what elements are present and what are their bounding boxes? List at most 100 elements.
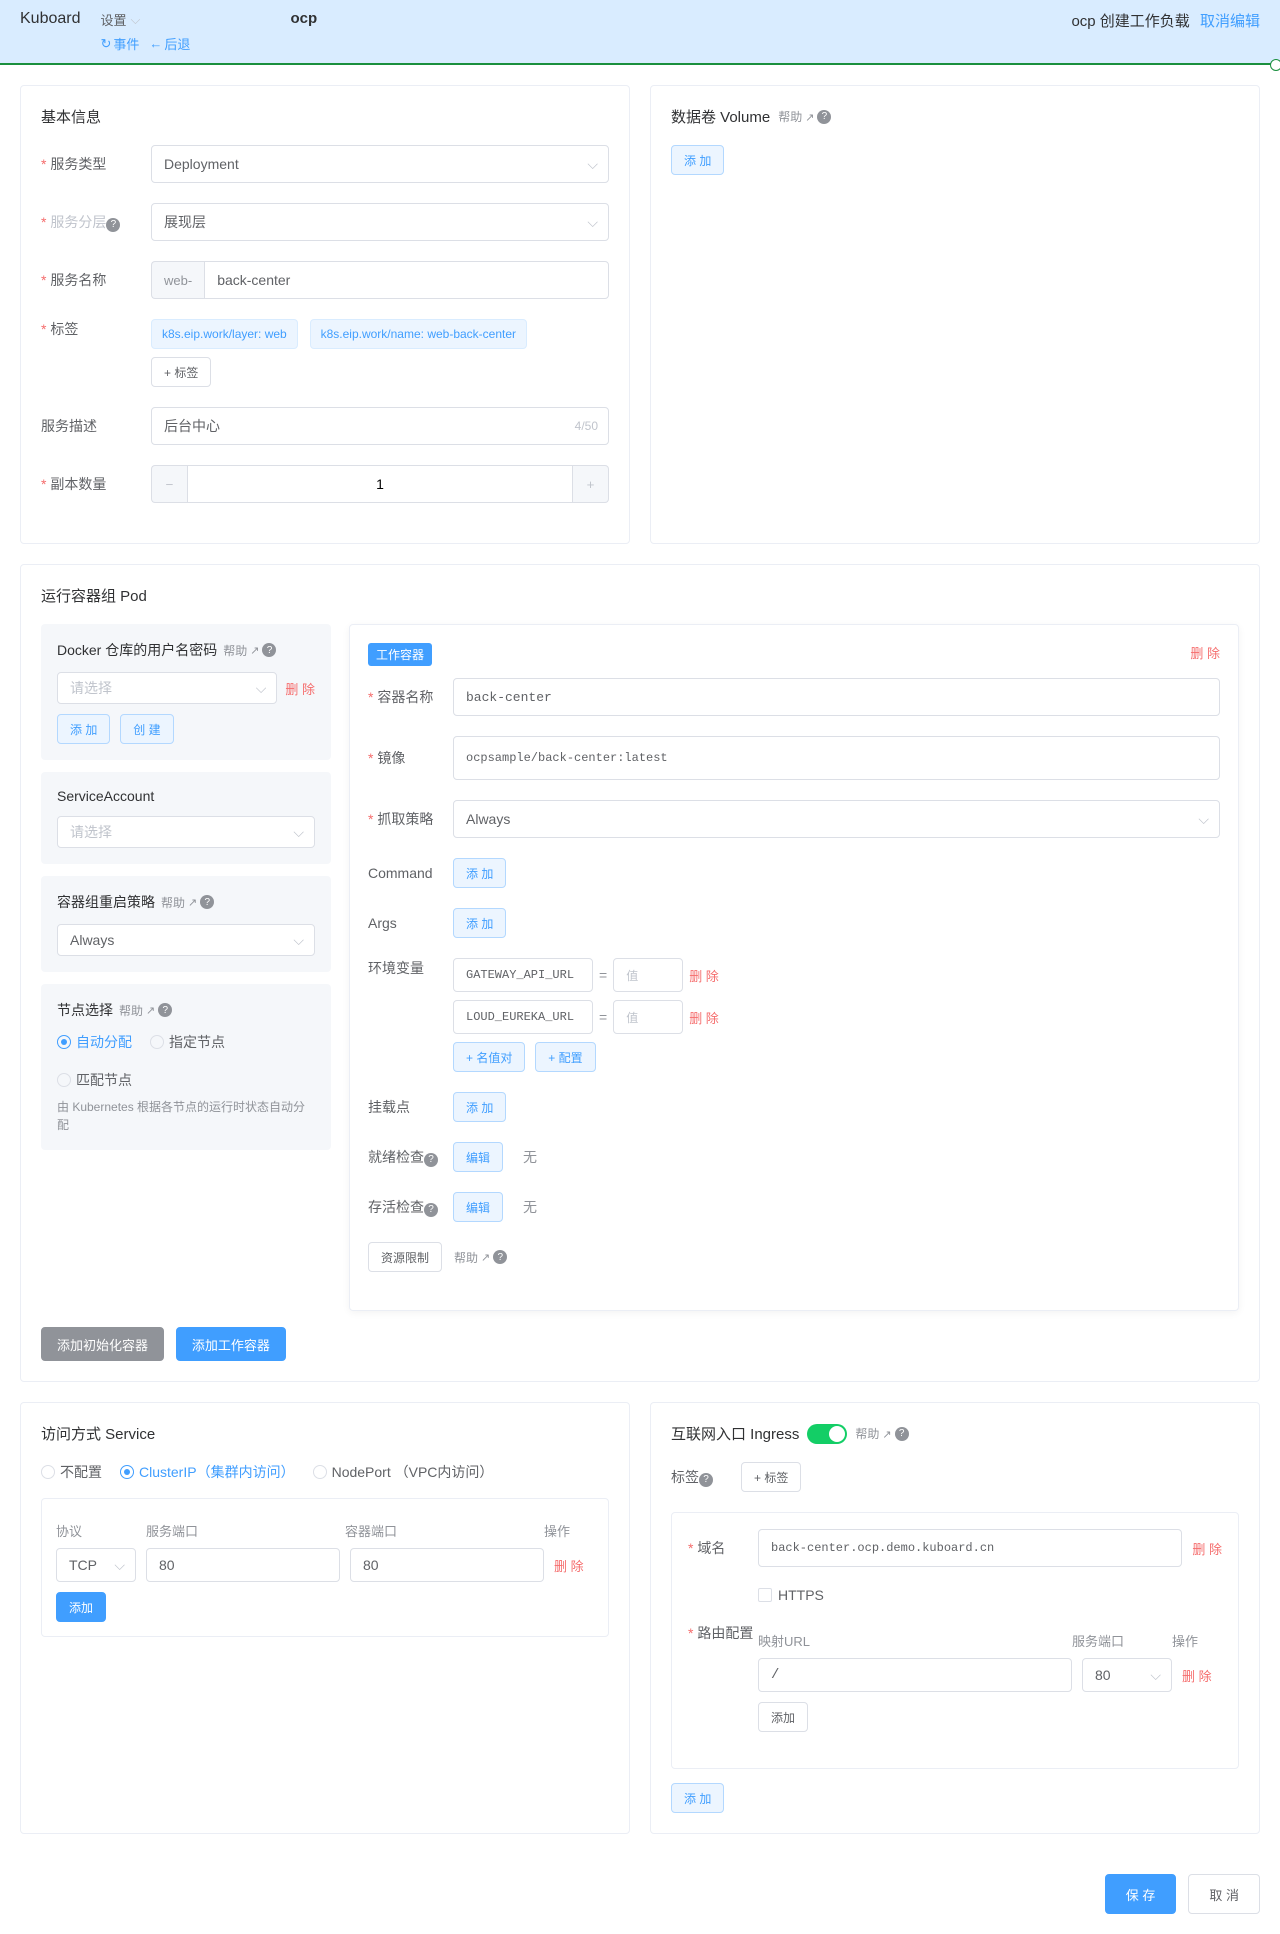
char-count: 4/50 xyxy=(575,419,598,433)
ingress-toggle[interactable] xyxy=(807,1424,847,1444)
image-input[interactable]: ocpsample/back-center:latest xyxy=(453,736,1220,780)
help-icon[interactable]: ? xyxy=(106,218,120,232)
restart-select[interactable]: Always xyxy=(57,924,315,956)
tag-layer[interactable]: k8s.eip.work/layer: web xyxy=(151,319,298,349)
resource-limit[interactable]: 资源限制 xyxy=(368,1242,442,1272)
namespace: ocp xyxy=(290,10,317,27)
add-env-config[interactable]: + 配置 xyxy=(535,1042,595,1072)
ingress-help[interactable]: 帮助 ? xyxy=(855,1425,908,1442)
save-button[interactable]: 保 存 xyxy=(1105,1874,1177,1914)
env1-name[interactable]: GATEWAY_API_URL xyxy=(453,958,593,992)
docker-add[interactable]: 添 加 xyxy=(57,714,110,744)
back-link[interactable]: ← 后退 xyxy=(149,34,190,53)
settings-link[interactable]: 设置 xyxy=(101,10,127,29)
node-help[interactable]: 帮助 ? xyxy=(119,1002,172,1019)
sa-select[interactable]: 请选择 xyxy=(57,816,315,848)
add-service-port[interactable]: 添加 xyxy=(56,1592,106,1622)
radio-no-svc[interactable]: 不配置 xyxy=(41,1462,102,1482)
radio-nodeport[interactable]: NodePort （VPC内访问） xyxy=(313,1462,494,1482)
docker-create[interactable]: 创 建 xyxy=(120,714,173,744)
svc-port-input[interactable]: 80 xyxy=(146,1548,340,1582)
path-input[interactable]: / xyxy=(758,1658,1072,1692)
pod-title: 运行容器组 Pod xyxy=(41,585,1239,606)
svc-delete[interactable]: 删 除 xyxy=(554,1556,594,1575)
ingress-add-tag[interactable]: + 标签 xyxy=(741,1462,801,1492)
env2-del[interactable]: 删 除 xyxy=(689,1008,719,1027)
env1-val[interactable]: 值 xyxy=(613,958,683,992)
add-volume-button[interactable]: 添 加 xyxy=(671,145,724,175)
env1-del[interactable]: 删 除 xyxy=(689,966,719,985)
container-badge: 工作容器 xyxy=(368,643,432,666)
volume-title: 数据卷 Volume 帮助 ? xyxy=(671,106,1239,127)
brand: Kuboard xyxy=(20,10,81,28)
edit-live[interactable]: 编辑 xyxy=(453,1192,503,1222)
container-port-input[interactable]: 80 xyxy=(350,1548,544,1582)
add-args[interactable]: 添 加 xyxy=(453,908,506,938)
page-title: ocp 创建工作负载 取消编辑 xyxy=(1071,10,1260,31)
container-card: 工作容器 删 除 容器名称back-center 镜像ocpsample/bac… xyxy=(349,624,1239,1311)
volume-card: 数据卷 Volume 帮助 ? 添 加 xyxy=(650,85,1260,544)
add-env-pair[interactable]: + 名值对 xyxy=(453,1042,525,1072)
add-work-container[interactable]: 添加工作容器 xyxy=(176,1327,286,1361)
restart-help[interactable]: 帮助 ? xyxy=(161,894,214,911)
domain-delete[interactable]: 删 除 xyxy=(1192,1539,1222,1558)
help-icon[interactable]: ? xyxy=(699,1473,713,1487)
node-card: 节点选择 帮助 ? 自动分配 指定节点 匹配节点 由 Kubernetes 根据… xyxy=(41,984,331,1150)
route-port-select[interactable]: 80 xyxy=(1082,1658,1172,1692)
volume-help[interactable]: 帮助 ? xyxy=(778,108,831,125)
label-replicas: 副本数量 xyxy=(41,474,151,494)
header: Kuboard 设置 ⌵ ↻ 事件 ← 后退 ocp ocp 创建工作负载 取消… xyxy=(0,0,1280,63)
basic-info-card: 基本信息 服务类型 Deployment 服务分层? 展现层 服务名称 web-… xyxy=(20,85,630,544)
pull-select[interactable]: Always xyxy=(453,800,1220,838)
radio-clusterip[interactable]: ClusterIP（集群内访问） xyxy=(120,1462,295,1482)
radio-assign[interactable]: 指定节点 xyxy=(150,1032,225,1052)
node-hint: 由 Kubernetes 根据各节点的运行时状态自动分配 xyxy=(57,1098,315,1134)
container-delete[interactable]: 删 除 xyxy=(1190,643,1220,666)
container-name-input[interactable]: back-center xyxy=(453,678,1220,716)
docker-delete[interactable]: 删 除 xyxy=(285,679,315,698)
resource-help[interactable]: 帮助 ? xyxy=(454,1249,507,1266)
name-prefix: web- xyxy=(151,261,204,299)
docker-help[interactable]: 帮助 ? xyxy=(223,642,276,659)
events-link[interactable]: ↻ 事件 xyxy=(101,34,140,53)
route-delete[interactable]: 删 除 xyxy=(1182,1666,1222,1685)
add-mount[interactable]: 添 加 xyxy=(453,1092,506,1122)
env2-name[interactable]: LOUD_EUREKA_URL xyxy=(453,1000,593,1034)
add-ingress[interactable]: 添 加 xyxy=(671,1783,724,1813)
desc-input[interactable]: 后台中心 4/50 xyxy=(151,407,609,445)
add-init-container[interactable]: 添加初始化容器 xyxy=(41,1327,164,1361)
protocol-select[interactable]: TCP xyxy=(56,1548,136,1582)
env2-val[interactable]: 值 xyxy=(613,1000,683,1034)
cancel-edit[interactable]: 取消编辑 xyxy=(1200,10,1260,31)
replicas-input[interactable] xyxy=(187,465,573,503)
label-name: 服务名称 xyxy=(41,270,151,290)
ingress-card: 互联网入口 Ingress 帮助 ? 标签? + 标签 域名 back-cent… xyxy=(650,1402,1260,1834)
service-title: 访问方式 Service xyxy=(41,1423,609,1444)
ingress-title: 互联网入口 Ingress 帮助 ? xyxy=(671,1423,1239,1444)
radio-auto[interactable]: 自动分配 xyxy=(57,1032,132,1052)
edit-ready[interactable]: 编辑 xyxy=(453,1142,503,1172)
service-card: 访问方式 Service 不配置 ClusterIP（集群内访问） NodePo… xyxy=(20,1402,630,1834)
help-icon[interactable]: ? xyxy=(424,1153,438,1167)
label-desc: 服务描述 xyxy=(41,416,151,436)
domain-input[interactable]: back-center.ocp.demo.kuboard.cn xyxy=(758,1529,1182,1567)
layer-select[interactable]: 展现层 xyxy=(151,203,609,241)
stepper-minus[interactable]: − xyxy=(151,465,187,503)
help-icon[interactable]: ? xyxy=(424,1203,438,1217)
docker-secret-card: Docker 仓库的用户名密码 帮助 ? 请选择 删 除 添 加 创 建 xyxy=(41,624,331,760)
docker-secret-select[interactable]: 请选择 xyxy=(57,672,277,704)
stepper-plus[interactable]: + xyxy=(573,465,609,503)
add-command[interactable]: 添 加 xyxy=(453,858,506,888)
https-checkbox[interactable] xyxy=(758,1588,772,1602)
add-route[interactable]: 添加 xyxy=(758,1702,808,1732)
pod-card: 运行容器组 Pod Docker 仓库的用户名密码 帮助 ? 请选择 删 除 添… xyxy=(20,564,1260,1382)
label-layer: 服务分层? xyxy=(41,212,151,232)
add-tag-button[interactable]: + 标签 xyxy=(151,357,211,387)
footer: 保 存 取 消 xyxy=(0,1854,1280,1934)
service-type-select[interactable]: Deployment xyxy=(151,145,609,183)
radio-match[interactable]: 匹配节点 xyxy=(57,1070,132,1090)
cancel-button[interactable]: 取 消 xyxy=(1188,1874,1260,1914)
name-input[interactable]: back-center xyxy=(204,261,609,299)
chevron-down-icon: ⌵ xyxy=(131,12,141,28)
tag-name[interactable]: k8s.eip.work/name: web-back-center xyxy=(310,319,527,349)
